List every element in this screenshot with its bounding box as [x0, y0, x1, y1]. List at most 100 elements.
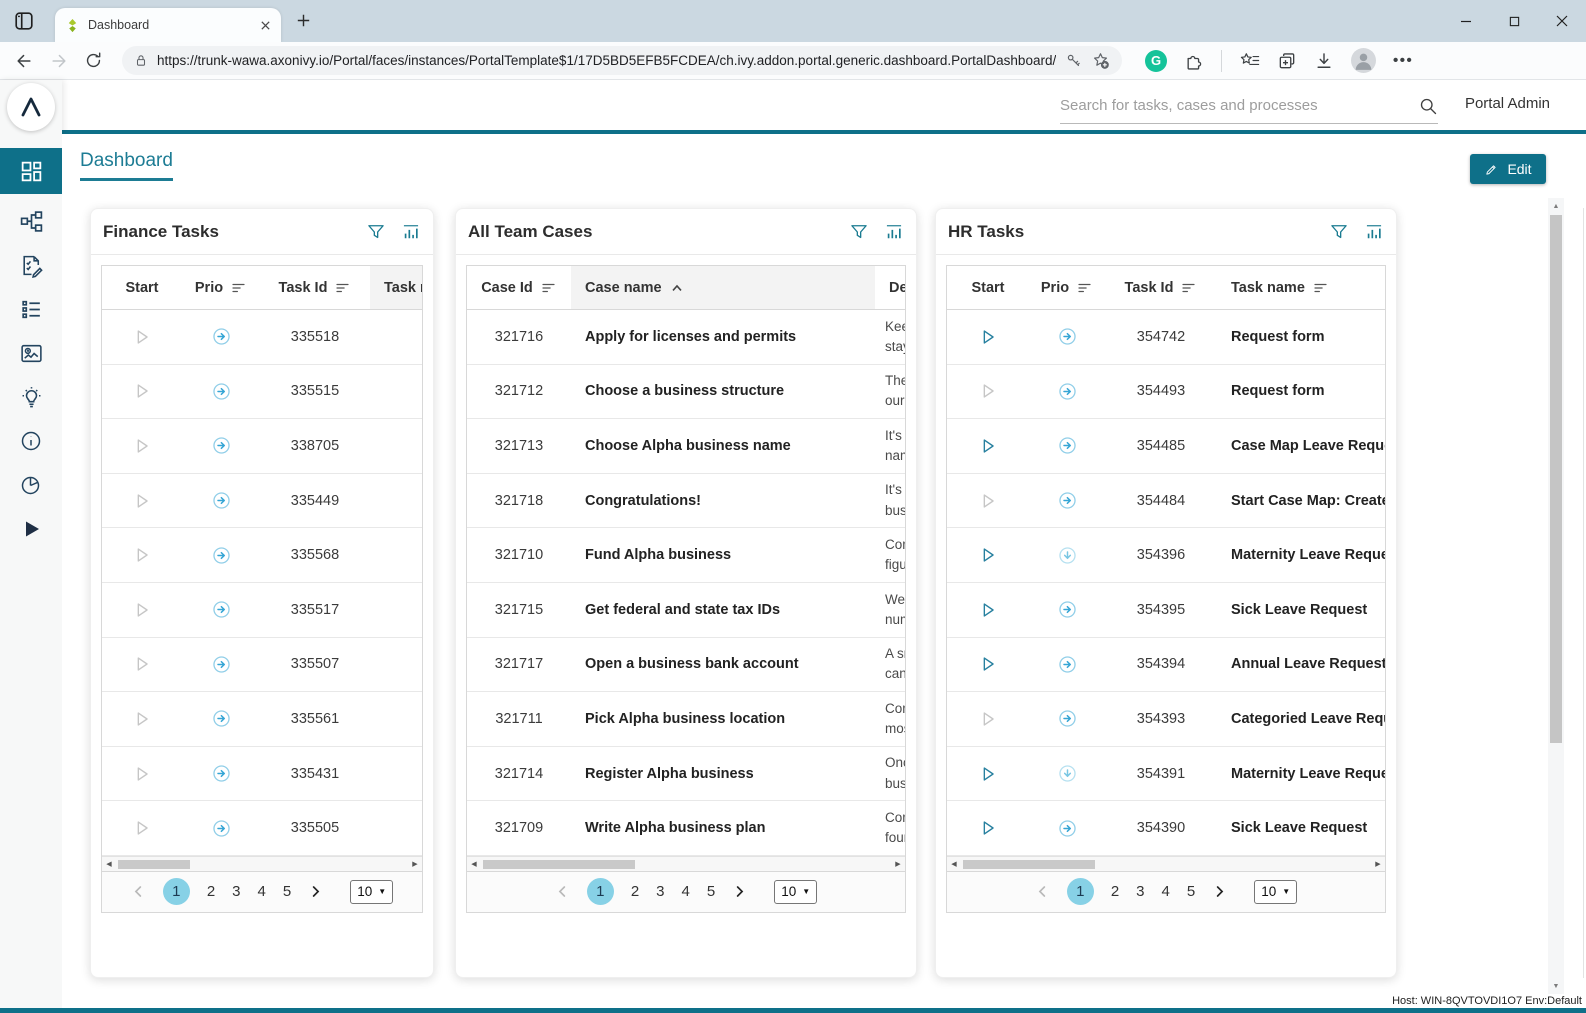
table-row[interactable]: 338705 — [102, 419, 422, 474]
start-task-icon[interactable] — [131, 653, 153, 675]
scroll-left-icon[interactable]: ◀ — [102, 857, 116, 871]
page-title-tab[interactable]: Dashboard — [80, 150, 173, 181]
scroll-down-icon[interactable]: ▼ — [1548, 978, 1564, 994]
close-button[interactable] — [1538, 0, 1586, 42]
start-task-icon[interactable] — [977, 380, 999, 402]
table-row[interactable]: 321711Pick Alpha business locationCommos — [467, 692, 905, 747]
new-tab-button[interactable] — [294, 11, 313, 30]
page-size-select[interactable]: 10▼ — [350, 880, 393, 904]
start-task-icon[interactable] — [977, 599, 999, 621]
table-row[interactable]: 335561 — [102, 692, 422, 747]
start-task-icon[interactable] — [977, 708, 999, 730]
sidebar-item-tasks[interactable] — [0, 243, 62, 287]
scroll-left-icon[interactable]: ◀ — [947, 857, 961, 871]
start-task-icon[interactable] — [131, 326, 153, 348]
page-5[interactable]: 5 — [283, 883, 291, 900]
prev-page-icon[interactable] — [555, 884, 570, 899]
chart-view-icon[interactable] — [884, 222, 904, 242]
page-4[interactable]: 4 — [1162, 883, 1170, 900]
page-1-active[interactable]: 1 — [1067, 878, 1094, 905]
start-task-icon[interactable] — [131, 544, 153, 566]
table-row[interactable]: 354394Annual Leave Request — [947, 638, 1385, 693]
scrollbar-thumb[interactable] — [483, 860, 635, 869]
edit-dashboard-button[interactable]: Edit — [1470, 154, 1546, 184]
password-key-icon[interactable] — [1065, 52, 1082, 69]
prev-page-icon[interactable] — [131, 884, 146, 899]
col-task-name[interactable]: Task name — [370, 266, 423, 309]
refresh-icon[interactable] — [84, 51, 103, 70]
prev-page-icon[interactable] — [1035, 884, 1050, 899]
global-search[interactable] — [1060, 88, 1438, 124]
table-row[interactable]: 354396Maternity Leave Request — [947, 528, 1385, 583]
table-row[interactable]: 354742Request form — [947, 310, 1385, 365]
search-icon[interactable] — [1418, 96, 1438, 116]
filter-icon[interactable] — [366, 222, 386, 242]
col-task-name[interactable]: Task name — [1217, 266, 1386, 309]
table-row[interactable]: 321710Fund Alpha businessComfigur — [467, 528, 905, 583]
lock-icon[interactable] — [134, 53, 148, 68]
scrollbar-thumb[interactable] — [1550, 215, 1562, 743]
sidebar-item-processes[interactable] — [0, 199, 62, 243]
table-row[interactable]: 321715Get federal and state tax IDsWe'll… — [467, 583, 905, 638]
table-row[interactable]: 321718Congratulations!It's tbusi — [467, 474, 905, 529]
page-2[interactable]: 2 — [1111, 883, 1119, 900]
filter-icon[interactable] — [849, 222, 869, 242]
favorites-bar-icon[interactable] — [1239, 51, 1260, 70]
start-task-icon[interactable] — [131, 708, 153, 730]
sidebar-item-cases[interactable] — [0, 287, 62, 331]
table-row[interactable]: 335568 — [102, 528, 422, 583]
table-row[interactable]: 354391Maternity Leave Request — [947, 747, 1385, 802]
start-task-icon[interactable] — [131, 763, 153, 785]
sidebar-item-statistics[interactable] — [0, 463, 62, 507]
scroll-right-icon[interactable]: ▶ — [891, 857, 905, 871]
page-3[interactable]: 3 — [1136, 883, 1144, 900]
table-row[interactable]: 321712Choose a business structureTheour … — [467, 365, 905, 420]
start-task-icon[interactable] — [131, 490, 153, 512]
table-row[interactable]: 335431 — [102, 747, 422, 802]
start-task-icon[interactable] — [977, 490, 999, 512]
table-row[interactable]: 335505 — [102, 801, 422, 856]
search-input[interactable] — [1060, 97, 1410, 114]
start-task-icon[interactable] — [977, 653, 999, 675]
start-task-icon[interactable] — [977, 763, 999, 785]
table-row[interactable]: 321716Apply for licenses and permitsKeep… — [467, 310, 905, 365]
table-row[interactable]: 354484Start Case Map: Create Lea — [947, 474, 1385, 529]
col-start[interactable]: Start — [947, 266, 1029, 309]
col-prio[interactable]: Prio — [182, 266, 260, 309]
start-task-icon[interactable] — [977, 544, 999, 566]
table-row[interactable]: 321717Open a business bank accountA smca… — [467, 638, 905, 693]
table-row[interactable]: 335517 — [102, 583, 422, 638]
page-3[interactable]: 3 — [232, 883, 240, 900]
sidebar-item-play[interactable] — [0, 507, 62, 551]
table-row[interactable]: 354493Request form — [947, 365, 1385, 420]
table-row[interactable]: 335515 — [102, 365, 422, 420]
table-row[interactable]: 335449 — [102, 474, 422, 529]
table-row[interactable]: 321714Register Alpha businessOncebusi — [467, 747, 905, 802]
back-icon[interactable] — [14, 51, 34, 71]
start-task-icon[interactable] — [131, 817, 153, 839]
grammarly-extension-icon[interactable]: G — [1145, 50, 1167, 72]
sidebar-item-dashboard[interactable] — [0, 148, 62, 194]
next-page-icon[interactable] — [732, 884, 747, 899]
next-page-icon[interactable] — [308, 884, 323, 899]
col-case-name[interactable]: Case name — [571, 266, 875, 309]
extensions-puzzle-icon[interactable] — [1184, 51, 1204, 71]
page-size-select[interactable]: 10▼ — [1254, 880, 1297, 904]
user-menu[interactable]: Portal Admin — [1465, 95, 1550, 112]
start-task-icon[interactable] — [977, 817, 999, 839]
sidebar-item-info[interactable] — [0, 419, 62, 463]
downloads-icon[interactable] — [1314, 51, 1334, 71]
col-task-id[interactable]: Task Id — [1105, 266, 1217, 309]
page-1-active[interactable]: 1 — [163, 878, 190, 905]
start-task-icon[interactable] — [977, 435, 999, 457]
sidebar-item-improvement[interactable] — [0, 375, 62, 419]
chart-view-icon[interactable] — [1364, 222, 1384, 242]
horizontal-scrollbar[interactable]: ◀ ▶ — [102, 856, 422, 871]
col-task-id[interactable]: Task Id — [260, 266, 370, 309]
col-case-id[interactable]: Case Id — [467, 266, 571, 309]
profile-avatar[interactable] — [1351, 48, 1376, 73]
browser-tab[interactable]: Dashboard — [55, 8, 281, 42]
table-row[interactable]: 354393Categoried Leave Request — [947, 692, 1385, 747]
page-2[interactable]: 2 — [207, 883, 215, 900]
table-row[interactable]: 354485Case Map Leave Request — [947, 419, 1385, 474]
